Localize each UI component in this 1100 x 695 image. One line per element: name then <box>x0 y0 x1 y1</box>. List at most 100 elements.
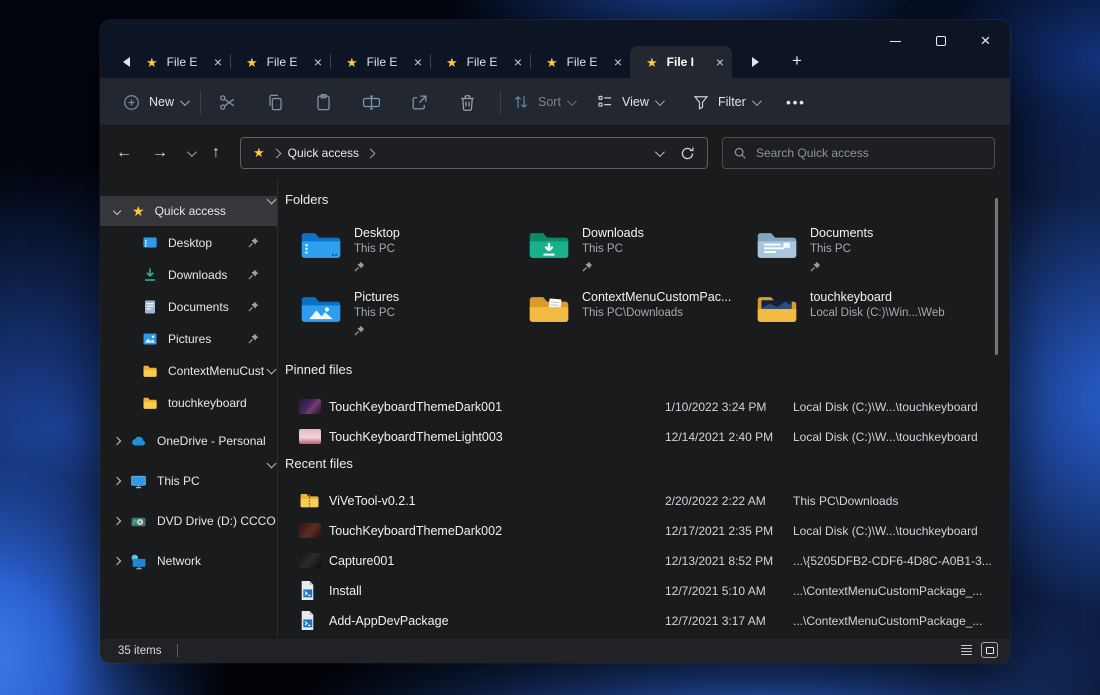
file-row-touchkeyboardthemedark001[interactable]: TouchKeyboardThemeDark001 1/10/2022 3:24… <box>277 392 1010 422</box>
breadcrumb-quick-access[interactable]: Quick access <box>288 146 359 160</box>
tab-scroll-right-button[interactable] <box>745 53 765 71</box>
desktop-folder-icon <box>299 227 343 263</box>
tab-file-explorer-1[interactable]: ★ File E × <box>130 46 230 78</box>
tab-file-explorer-4[interactable]: ★ File E × <box>430 46 530 78</box>
tab-favicon-star-icon: ★ <box>146 56 158 69</box>
sidebar-item-onedrive[interactable]: OneDrive - Personal <box>100 426 277 456</box>
address-bar[interactable]: ★ Quick access <box>240 137 708 169</box>
tab-close-icon[interactable]: × <box>514 55 522 69</box>
folder-tile-pictures[interactable]: Pictures This PC <box>299 290 521 335</box>
chevron-right-icon[interactable] <box>113 517 121 525</box>
file-row-install[interactable]: Install 12/7/2021 5:10 AM ...\ContextMen… <box>277 576 1010 606</box>
vertical-scrollbar[interactable] <box>995 198 998 355</box>
breadcrumb-chevron-icon[interactable] <box>366 148 376 158</box>
sidebar-item-downloads[interactable]: Downloads <box>100 260 277 290</box>
rename-icon <box>362 93 381 112</box>
tab-close-icon[interactable]: × <box>716 55 724 69</box>
sidebar-item-contextmenucust[interactable]: ContextMenuCust <box>100 356 277 386</box>
new-tab-button[interactable]: + <box>784 48 810 74</box>
tile-name: Pictures <box>354 290 399 304</box>
share-button[interactable] <box>399 86 439 118</box>
chevron-down-icon <box>655 96 665 106</box>
section-header-recent-files[interactable]: Recent files <box>268 456 353 471</box>
tab-file-explorer-active[interactable]: ★ File I × <box>630 46 732 78</box>
sidebar-item-network[interactable]: Network <box>100 546 277 576</box>
tab-close-icon[interactable]: × <box>214 55 222 69</box>
copy-button[interactable] <box>255 86 295 118</box>
file-row-add-appdevpackage[interactable]: Add-AppDevPackage 12/7/2021 3:17 AM ...\… <box>277 606 1010 636</box>
folder-tile-touchkeyboard[interactable]: touchkeyboard Local Disk (C:)\Win...\Web <box>755 290 977 327</box>
sidebar-item-desktop[interactable]: Desktop <box>100 228 277 258</box>
close-button[interactable]: × <box>963 26 1008 56</box>
section-header-pinned-files[interactable]: Pinned files <box>268 362 352 377</box>
sidebar-item-documents[interactable]: Documents <box>100 292 277 322</box>
file-location: ...\{5205DFB2-CDF6-4D8C-A0B1-3... <box>793 554 992 568</box>
view-button[interactable]: View <box>590 86 668 118</box>
folder-tile-documents[interactable]: Documents This PC <box>755 226 977 271</box>
section-header-folders[interactable]: Folders <box>268 192 328 207</box>
file-row-touchkeyboardthemedark002[interactable]: TouchKeyboardThemeDark002 12/17/2021 2:3… <box>277 516 1010 546</box>
filter-button-label: Filter <box>718 95 746 109</box>
chevron-down-icon[interactable] <box>267 195 277 205</box>
tab-file-explorer-3[interactable]: ★ File E × <box>330 46 430 78</box>
back-button[interactable]: ← <box>108 139 140 167</box>
tab-close-icon[interactable]: × <box>414 55 422 69</box>
address-dropdown-chevron-icon[interactable] <box>655 147 665 157</box>
share-icon <box>410 93 429 112</box>
sidebar-item-this-pc[interactable]: This PC <box>100 466 277 496</box>
sidebar-item-pictures[interactable]: Pictures <box>100 324 277 354</box>
tab-file-explorer-2[interactable]: ★ File E × <box>230 46 330 78</box>
tab-close-icon[interactable]: × <box>314 55 322 69</box>
sidebar-item-quick-access[interactable]: ★ Quick access <box>100 196 277 226</box>
file-location: Local Disk (C:)\W...\touchkeyboard <box>793 430 978 444</box>
tab-file-explorer-5[interactable]: ★ File E × <box>530 46 630 78</box>
toolbar-separator <box>200 90 201 114</box>
tab-label: File I <box>667 55 710 69</box>
folder-tile-downloads[interactable]: Downloads This PC <box>527 226 749 271</box>
large-icons-view-toggle-icon[interactable] <box>981 642 998 658</box>
paste-button[interactable] <box>303 86 343 118</box>
rename-button[interactable] <box>351 86 391 118</box>
file-name: TouchKeyboardThemeLight003 <box>329 430 503 444</box>
chevron-down-icon <box>567 96 577 106</box>
chevron-down-icon[interactable] <box>267 459 277 469</box>
file-row-vivetool[interactable]: ViVeTool-v0.2.1 2/20/2022 2:22 AM This P… <box>277 486 1010 516</box>
forward-button[interactable]: → <box>144 139 176 167</box>
details-view-toggle-icon[interactable] <box>959 643 974 657</box>
search-input[interactable] <box>756 146 956 160</box>
recent-locations-button[interactable] <box>178 139 202 167</box>
tab-favicon-star-icon: ★ <box>446 56 458 69</box>
file-row-touchkeyboardthemelight003[interactable]: TouchKeyboardThemeLight003 12/14/2021 2:… <box>277 422 1010 452</box>
up-button[interactable]: ↑ <box>200 139 232 167</box>
refresh-icon[interactable] <box>680 146 695 161</box>
powershell-script-icon <box>299 610 316 636</box>
filter-button[interactable]: Filter <box>686 86 765 118</box>
search-icon <box>733 146 747 160</box>
tab-close-icon[interactable]: × <box>614 55 622 69</box>
chevron-right-icon[interactable] <box>113 477 121 485</box>
sidebar-item-dvd-drive[interactable]: DVD Drive (D:) CCCO <box>100 506 277 536</box>
desktop-icon <box>142 235 158 251</box>
chevron-right-icon[interactable] <box>113 557 121 565</box>
chevron-down-icon[interactable] <box>267 365 277 375</box>
folder-tile-desktop[interactable]: Desktop This PC <box>299 226 521 271</box>
address-row: ← → ↑ ★ Quick access <box>100 126 1010 180</box>
new-button[interactable]: New <box>116 86 193 118</box>
sidebar-item-touchkeyboard[interactable]: touchkeyboard <box>100 388 277 418</box>
chevron-down-icon <box>180 96 190 106</box>
tile-name: Desktop <box>354 226 400 240</box>
chevron-down-icon[interactable] <box>113 207 121 215</box>
tab-label: File E <box>467 55 508 69</box>
minimize-button[interactable] <box>873 26 918 56</box>
folder-tile-contextmenucustompac[interactable]: ContextMenuCustomPac... This PC\Download… <box>527 290 749 327</box>
sort-button[interactable]: Sort <box>506 86 580 118</box>
delete-button[interactable] <box>447 86 487 118</box>
breadcrumb-chevron-icon[interactable] <box>271 148 281 158</box>
file-row-capture001[interactable]: Capture001 12/13/2021 8:52 PM ...\{5205D… <box>277 546 1010 576</box>
maximize-button[interactable] <box>918 26 963 56</box>
chevron-right-icon[interactable] <box>113 437 121 445</box>
downloads-icon <box>142 267 158 283</box>
cut-button[interactable] <box>207 86 247 118</box>
more-options-button[interactable]: ••• <box>776 86 816 118</box>
tile-location: This PC <box>582 243 644 255</box>
